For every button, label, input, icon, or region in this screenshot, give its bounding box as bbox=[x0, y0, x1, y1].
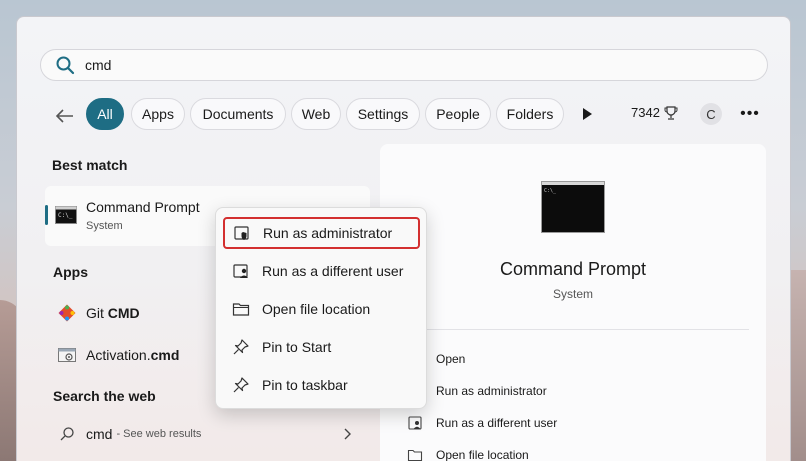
web-query: cmd bbox=[86, 426, 113, 442]
search-box[interactable] bbox=[40, 49, 768, 81]
context-menu: Run as administrator Run as a different … bbox=[215, 207, 427, 409]
context-menu-run-as-different-user[interactable]: Run as a different user bbox=[222, 255, 420, 287]
trophy-icon bbox=[664, 105, 678, 120]
filter-chip-web[interactable]: Web bbox=[291, 98, 341, 130]
preview-pane: C:\_ Command Prompt System Open Run as a… bbox=[380, 144, 766, 461]
apps-heading: Apps bbox=[53, 264, 88, 280]
search-input[interactable] bbox=[85, 57, 685, 73]
search-icon bbox=[60, 427, 74, 441]
filter-chip-people[interactable]: People bbox=[425, 98, 491, 130]
preview-title: Command Prompt bbox=[499, 259, 647, 279]
context-menu-pin-to-start[interactable]: Pin to Start bbox=[222, 331, 420, 363]
web-hint: - See web results bbox=[116, 428, 202, 440]
preview-action-run-different-user[interactable]: Run as a different user bbox=[407, 415, 557, 431]
start-search-panel: All Apps Documents Web Settings People F… bbox=[16, 16, 791, 461]
pin-icon bbox=[233, 339, 249, 355]
account-avatar[interactable]: C bbox=[700, 103, 722, 125]
svg-text:C:\_: C:\_ bbox=[544, 188, 557, 194]
app-item-label-match: CMD bbox=[107, 305, 140, 321]
user-switch-icon bbox=[233, 264, 248, 278]
context-menu-label: Run as administrator bbox=[263, 225, 393, 241]
app-item-activation-cmd[interactable]: Activation. cmd bbox=[57, 345, 179, 365]
preview-subtitle: System bbox=[552, 287, 593, 301]
more-filters-play-icon[interactable] bbox=[580, 106, 594, 122]
app-item-git-cmd[interactable]: Git CMD bbox=[57, 303, 140, 323]
filter-chip-all[interactable]: All bbox=[86, 98, 124, 130]
context-menu-label: Pin to taskbar bbox=[262, 377, 348, 393]
preview-action-run-admin[interactable]: Run as administrator bbox=[407, 383, 547, 399]
app-item-label-prefix: Activation. bbox=[86, 347, 151, 363]
best-match-subtitle: System bbox=[86, 220, 123, 232]
context-menu-run-as-administrator[interactable]: Run as administrator bbox=[223, 217, 420, 249]
pin-icon bbox=[233, 377, 249, 393]
command-prompt-icon: C:\_ bbox=[55, 206, 77, 224]
preview-action-label: Run as a different user bbox=[436, 416, 558, 430]
selection-indicator bbox=[45, 205, 48, 225]
shield-icon bbox=[234, 226, 249, 240]
best-match-heading: Best match bbox=[52, 157, 128, 173]
points-value: 7342 bbox=[631, 105, 660, 120]
svg-text:C:\_: C:\_ bbox=[58, 212, 73, 219]
git-icon bbox=[58, 304, 76, 322]
context-menu-label: Open file location bbox=[262, 301, 371, 317]
user-switch-icon bbox=[408, 416, 422, 430]
context-menu-open-file-location[interactable]: Open file location bbox=[222, 293, 420, 325]
search-web-heading: Search the web bbox=[53, 388, 156, 404]
best-match-name: Command Prompt bbox=[86, 199, 200, 215]
folder-icon bbox=[232, 303, 250, 316]
chevron-right-icon bbox=[344, 428, 351, 440]
filter-chip-apps[interactable]: Apps bbox=[131, 98, 185, 130]
preview-divider bbox=[407, 329, 749, 330]
filter-chip-documents[interactable]: Documents bbox=[190, 98, 286, 130]
context-menu-label: Run as a different user bbox=[262, 263, 404, 279]
back-arrow-icon[interactable] bbox=[53, 104, 77, 128]
app-item-label-prefix: Git bbox=[86, 305, 104, 321]
preview-action-label: Run as administrator bbox=[436, 384, 547, 398]
filter-chip-settings[interactable]: Settings bbox=[346, 98, 420, 130]
preview-action-label: Open bbox=[436, 352, 466, 366]
script-file-icon bbox=[58, 348, 76, 362]
context-menu-label: Pin to Start bbox=[262, 339, 332, 355]
app-item-label-match: cmd bbox=[150, 347, 180, 363]
preview-action-label: Open file location bbox=[436, 448, 529, 461]
web-search-item[interactable]: cmd - See web results bbox=[59, 426, 359, 442]
filter-chip-folders[interactable]: Folders bbox=[496, 98, 564, 130]
more-options-icon[interactable]: ••• bbox=[739, 103, 761, 125]
search-icon bbox=[56, 56, 75, 75]
folder-icon bbox=[407, 449, 423, 461]
preview-action-open-file-location[interactable]: Open file location bbox=[407, 447, 529, 461]
rewards-points[interactable]: 7342 bbox=[631, 105, 678, 120]
command-prompt-large-icon: C:\_ bbox=[541, 181, 605, 233]
context-menu-pin-to-taskbar[interactable]: Pin to taskbar bbox=[222, 369, 420, 401]
